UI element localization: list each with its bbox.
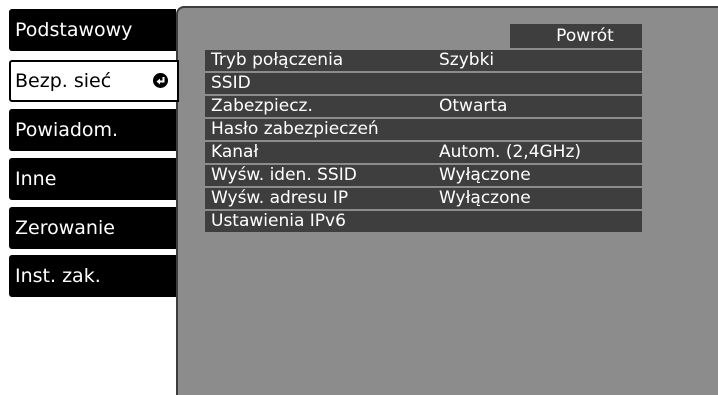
back-button[interactable]: Powrót xyxy=(510,24,642,48)
sidebar-item-label: Podstawowy xyxy=(15,19,133,41)
sidebar-item-inne[interactable]: Inne xyxy=(9,158,176,200)
setting-value: Autom. (2,4GHz) xyxy=(439,142,582,162)
sidebar-item-bezp-siec[interactable]: Bezp. sieć xyxy=(9,60,179,102)
sidebar-item-label: Powiadom. xyxy=(15,119,119,141)
setting-row-wysw-iden-ssid[interactable]: Wyśw. iden. SSID Wyłączone xyxy=(205,165,642,186)
sidebar-item-inst-zak[interactable]: Inst. zak. xyxy=(9,255,176,297)
setting-value: Szybki xyxy=(439,50,495,70)
setting-row-haslo[interactable]: Hasło zabezpieczeń xyxy=(205,119,642,140)
setting-label: SSID xyxy=(211,73,251,93)
setting-value: Wyłączone xyxy=(439,188,531,208)
setting-label: Wyśw. adresu IP xyxy=(211,188,349,208)
setting-label: Zabezpiecz. xyxy=(211,96,313,116)
setting-row-wysw-adresu-ip[interactable]: Wyśw. adresu IP Wyłączone xyxy=(205,188,642,209)
setting-row-zabezpiecz[interactable]: Zabezpiecz. Otwarta xyxy=(205,96,642,117)
settings-panel: Powrót Tryb połączenia Szybki SSID Zabez… xyxy=(176,6,718,395)
setting-row-ssid[interactable]: SSID xyxy=(205,73,642,94)
enter-icon xyxy=(153,73,168,88)
setting-row-ustawienia-ipv6[interactable]: Ustawienia IPv6 xyxy=(205,211,642,232)
sidebar-item-label: Bezp. sieć xyxy=(15,70,112,92)
setting-row-tryb-polaczenia[interactable]: Tryb połączenia Szybki xyxy=(205,50,642,71)
setting-value: Otwarta xyxy=(439,96,508,116)
setting-label: Tryb połączenia xyxy=(211,50,344,70)
sidebar-item-label: Inst. zak. xyxy=(15,265,101,287)
sidebar-item-zerowanie[interactable]: Zerowanie xyxy=(9,207,176,249)
projector-menu-screen: Podstawowy Bezp. sieć Powiadom. Inne Zer… xyxy=(0,0,718,395)
setting-label: Hasło zabezpieczeń xyxy=(211,119,379,139)
setting-label: Ustawienia IPv6 xyxy=(211,211,346,231)
sidebar-item-podstawowy[interactable]: Podstawowy xyxy=(9,9,176,51)
sidebar-menu: Podstawowy Bezp. sieć Powiadom. Inne Zer… xyxy=(0,0,179,395)
sidebar-item-label: Zerowanie xyxy=(15,217,115,239)
settings-list: Tryb połączenia Szybki SSID Zabezpiecz. … xyxy=(205,50,642,234)
setting-value: Wyłączone xyxy=(439,165,531,185)
setting-label: Kanał xyxy=(211,142,259,162)
setting-row-kanal[interactable]: Kanał Autom. (2,4GHz) xyxy=(205,142,642,163)
setting-label: Wyśw. iden. SSID xyxy=(211,165,357,185)
sidebar-item-label: Inne xyxy=(15,168,57,190)
sidebar-item-powiadom[interactable]: Powiadom. xyxy=(9,109,176,151)
